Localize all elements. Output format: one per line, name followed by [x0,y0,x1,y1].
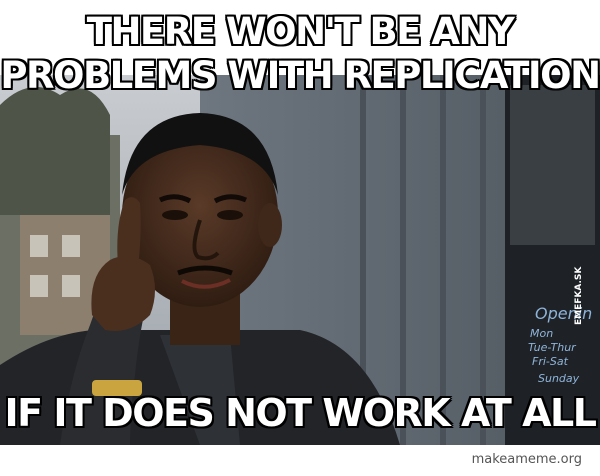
side-tag-text: EMEFKA.SK [574,266,584,325]
meme-canvas: Openin Mon Tue-Thur Fri-Sat Sunday EMEFK… [0,0,600,476]
bottom-caption: IF IT DOES NOT WORK AT ALL [4,391,597,435]
side-tag: EMEFKA.SK [570,175,586,335]
watermark-text[interactable]: makeameme.org [472,452,582,467]
svg-text:Tue-Thur: Tue-Thur [528,341,577,354]
svg-text:Fri-Sat: Fri-Sat [532,355,569,368]
top-caption: THERE WON'T BE ANY PROBLEMS WITH REPLICA… [0,10,600,97]
roll-safe-guy-photo: Openin Mon Tue-Thur Fri-Sat Sunday [0,75,600,445]
watermark-bar: makeameme.org [0,445,600,476]
meme-photo: Openin Mon Tue-Thur Fri-Sat Sunday EMEFK… [0,75,600,445]
svg-text:Sunday: Sunday [538,372,580,385]
svg-text:Mon: Mon [530,327,553,340]
